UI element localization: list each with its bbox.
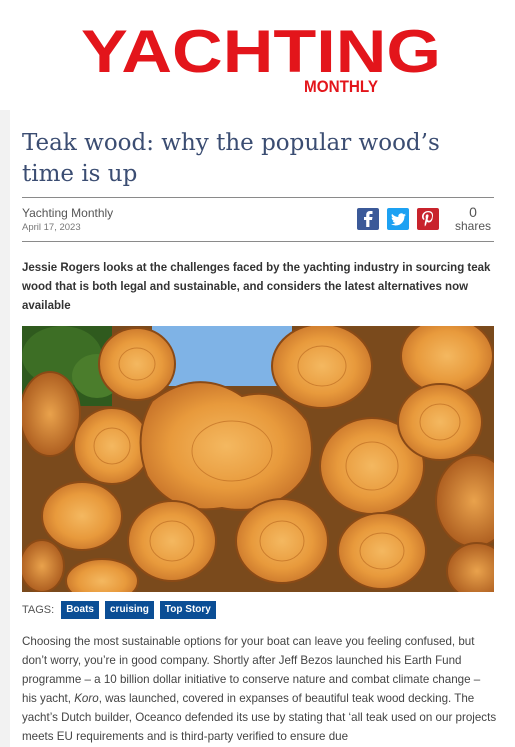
share-count-label: shares bbox=[454, 219, 492, 233]
logo-wordmark: YACHTING bbox=[81, 20, 441, 85]
share-count-number: 0 bbox=[469, 204, 477, 220]
pinterest-icon bbox=[422, 211, 434, 227]
yachting-monthly-logo[interactable]: YACHTING MONTHLY bbox=[79, 20, 443, 94]
divider-top bbox=[22, 197, 494, 198]
tag-top-story[interactable]: Top Story bbox=[159, 601, 216, 619]
tags-bar: TAGS: Boats cruising Top Story bbox=[22, 601, 222, 619]
logo-subtitle: MONTHLY bbox=[304, 77, 379, 94]
facebook-share-button[interactable] bbox=[357, 208, 379, 230]
twitter-icon bbox=[390, 212, 406, 225]
pinterest-share-button[interactable] bbox=[417, 208, 439, 230]
article-date: April 17, 2023 bbox=[22, 222, 81, 233]
article-title: Teak wood: why the popular wood’s time i… bbox=[22, 130, 440, 187]
divider-bottom bbox=[22, 241, 494, 242]
tags-label: TAGS: bbox=[22, 604, 55, 616]
twitter-share-button[interactable] bbox=[387, 208, 409, 230]
teak-logs-image bbox=[22, 326, 494, 592]
share-count: 0 shares bbox=[452, 205, 494, 233]
article-standfirst: Jessie Rogers looks at the challenges fa… bbox=[22, 262, 491, 312]
article-author[interactable]: Yachting Monthly bbox=[22, 206, 113, 220]
facebook-icon bbox=[364, 211, 373, 227]
masthead: YACHTING MONTHLY bbox=[0, 0, 515, 110]
hero-image-teak-logs[interactable] bbox=[22, 326, 494, 592]
tag-cruising[interactable]: cruising bbox=[105, 601, 154, 619]
page-gutter bbox=[0, 110, 10, 747]
yacht-name: Koro bbox=[74, 692, 99, 705]
tag-boats[interactable]: Boats bbox=[61, 601, 99, 619]
article-body-paragraph: Choosing the most sustainable options fo… bbox=[22, 632, 498, 746]
